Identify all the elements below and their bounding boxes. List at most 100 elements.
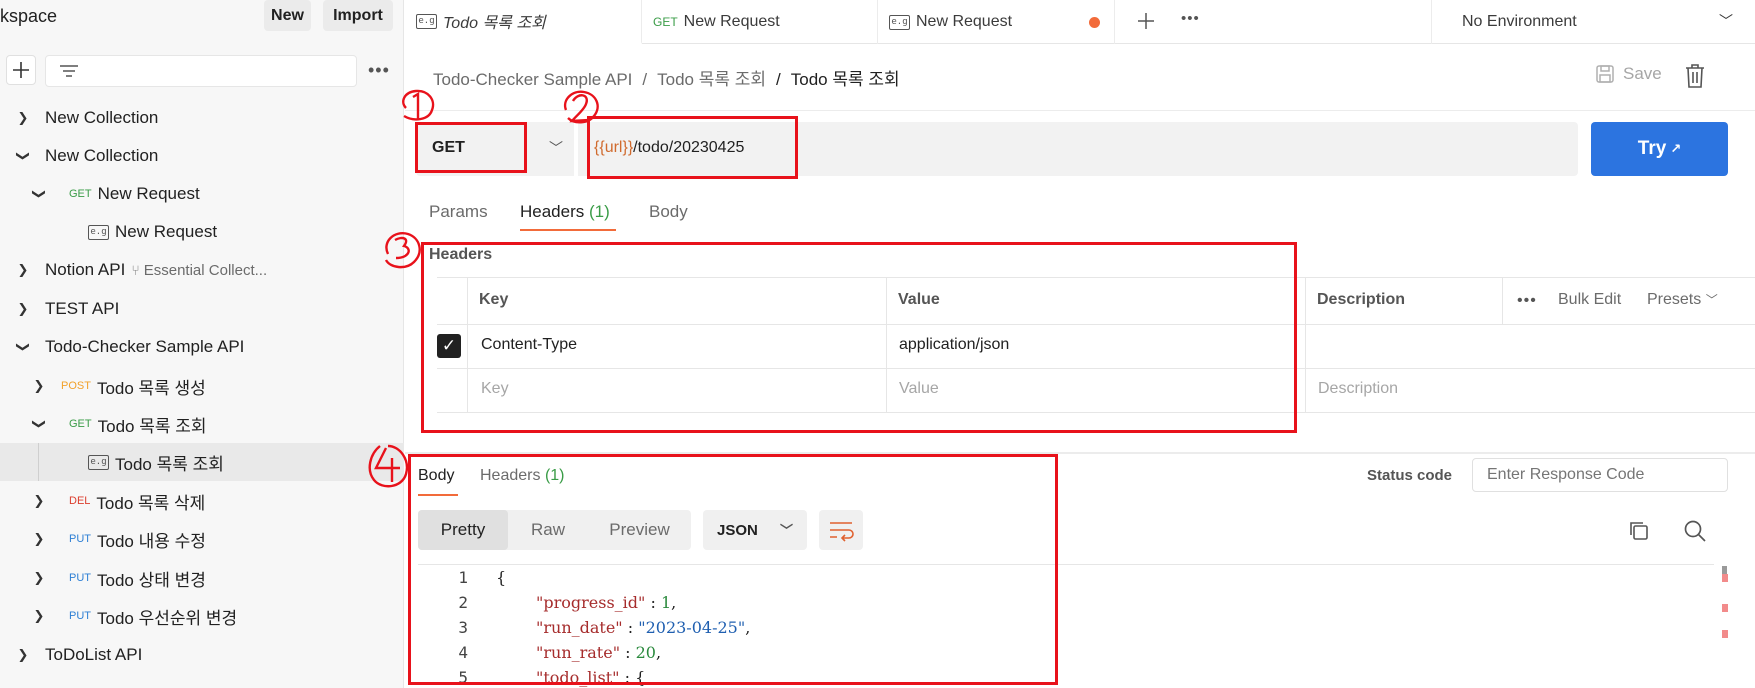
divider xyxy=(405,110,1755,111)
presets-button[interactable]: Presets ﹀ xyxy=(1647,291,1718,309)
example-new-request[interactable]: e.g New Request xyxy=(0,213,404,251)
method-badge: GET xyxy=(69,188,92,200)
import-button[interactable]: Import xyxy=(323,0,393,31)
scroll-marker xyxy=(1722,574,1728,582)
collection-test-api[interactable]: ❯ TEST API xyxy=(0,290,404,328)
request-todo-update-priority[interactable]: ❯ PUT Todo 우선순위 변경 xyxy=(0,597,404,635)
tree-guide-line xyxy=(38,443,39,481)
annotation-box-4 xyxy=(408,454,1058,685)
method-badge: PUT xyxy=(69,533,91,545)
collection-new-collection-1[interactable]: ❯ New Collection xyxy=(0,99,404,137)
editor-scrollbar[interactable] xyxy=(1718,566,1728,688)
filter-icon[interactable] xyxy=(54,57,84,87)
chevron-right-icon[interactable]: ❯ xyxy=(15,647,31,663)
tree-item-label: Todo 목록 생성 xyxy=(96,378,206,398)
method-badge: GET xyxy=(69,418,92,430)
request-todo-delete[interactable]: ❯ DEL Todo 목록 삭제 xyxy=(0,482,404,520)
save-label: Save xyxy=(1623,64,1662,83)
tab-label: New Request xyxy=(916,13,1013,30)
fork-icon: ⑂ xyxy=(131,262,140,278)
collection-todo-checker[interactable]: ❯ Todo-Checker Sample API xyxy=(0,328,404,366)
chevron-right-icon[interactable]: ❯ xyxy=(15,301,31,317)
collection-notion-api[interactable]: ❯ Notion API ⑂ Essential Collect... xyxy=(0,251,404,289)
tab-params[interactable]: Params xyxy=(429,202,488,222)
status-code-input[interactable] xyxy=(1472,458,1728,492)
chevron-down-icon[interactable]: ❯ xyxy=(15,339,31,355)
tree-item-label: New Request xyxy=(115,222,218,241)
copy-icon[interactable] xyxy=(1627,519,1651,543)
tabs-more-icon[interactable]: ••• xyxy=(1181,10,1200,27)
sidebar-search-input[interactable] xyxy=(45,55,357,87)
tree-item-label: Notion API xyxy=(45,260,126,279)
chevron-right-icon[interactable]: ❯ xyxy=(31,493,47,509)
request-todo-update-status[interactable]: ❯ PUT Todo 상태 변경 xyxy=(0,559,404,597)
table-more-icon[interactable]: ••• xyxy=(1517,292,1537,310)
tab-todo-list[interactable]: e.g Todo 목록 조회 xyxy=(405,0,642,44)
breadcrumb-request[interactable]: Todo 목록 조회 xyxy=(657,70,766,89)
example-icon: e.g xyxy=(88,454,109,470)
external-arrow-icon: ↗ xyxy=(1670,141,1682,156)
chevron-down-icon: ﹀ xyxy=(1719,13,1733,29)
tree-item-label: TEST API xyxy=(45,299,120,318)
tree-item-label: ToDoList API xyxy=(45,645,143,664)
new-button[interactable]: New xyxy=(264,0,311,31)
tree-item-label: Todo 목록 삭제 xyxy=(96,493,206,513)
table-border xyxy=(1305,277,1306,412)
chevron-right-icon[interactable]: ❯ xyxy=(15,110,31,126)
sidebar-toolbar: ••• xyxy=(0,52,404,92)
delete-icon[interactable] xyxy=(1683,62,1707,90)
tab-new-request-example[interactable]: e.g New Request xyxy=(878,0,1115,44)
method-badge: POST xyxy=(61,380,91,392)
chevron-down-icon[interactable]: ❯ xyxy=(31,416,47,432)
status-code-label: Status code xyxy=(1367,467,1453,484)
workspace-title: kspace xyxy=(0,6,58,26)
breadcrumb-collection[interactable]: Todo-Checker Sample API xyxy=(433,70,632,89)
tree-item-label: New Request xyxy=(97,184,200,203)
tab-new-request-get[interactable]: GET New Request xyxy=(642,0,878,44)
save-button[interactable]: Save xyxy=(1595,64,1662,84)
tab-body[interactable]: Body xyxy=(649,202,688,222)
annotation-box-3 xyxy=(421,242,1297,433)
environment-select[interactable]: No Environment ﹀ xyxy=(1431,0,1755,44)
tree-item-label: Todo 목록 조회 xyxy=(115,454,224,474)
unsaved-dot-icon xyxy=(1089,16,1100,28)
new-tab-plus-icon[interactable] xyxy=(1131,6,1161,36)
example-todo-list[interactable]: e.g Todo 목록 조회 xyxy=(0,443,404,481)
more-icon[interactable]: ••• xyxy=(368,60,390,81)
bulk-edit-button[interactable]: Bulk Edit xyxy=(1558,291,1621,309)
search-icon[interactable] xyxy=(1683,519,1707,543)
environment-label: No Environment xyxy=(1462,13,1577,30)
chevron-down-icon: ﹀ xyxy=(549,140,563,156)
method-badge: PUT xyxy=(69,572,91,584)
chevron-right-icon[interactable]: ❯ xyxy=(31,608,47,624)
request-todo-update-content[interactable]: ❯ PUT Todo 내용 수정 xyxy=(0,520,404,558)
collection-todolist-api[interactable]: ❯ ToDoList API xyxy=(0,636,404,674)
try-button[interactable]: Try ↗ xyxy=(1591,122,1728,176)
chevron-right-icon[interactable]: ❯ xyxy=(31,531,47,547)
request-todo-list[interactable]: ❯ GET Todo 목록 조회 xyxy=(0,405,404,443)
collection-new-collection-2[interactable]: ❯ New Collection xyxy=(0,137,404,175)
scroll-thumb[interactable] xyxy=(1722,566,1727,574)
tree-item-label: Todo 우선순위 변경 xyxy=(97,608,238,628)
breadcrumb-current[interactable]: Todo 목록 조회 xyxy=(791,70,900,89)
plus-icon xyxy=(13,62,29,78)
example-icon: e.g xyxy=(88,224,109,240)
presets-label: Presets xyxy=(1647,291,1702,308)
chevron-down-icon[interactable]: ❯ xyxy=(15,148,31,164)
method-badge: PUT xyxy=(69,610,91,622)
request-new-request[interactable]: ❯ GET New Request xyxy=(0,175,404,213)
chevron-down-icon[interactable]: ❯ xyxy=(31,186,47,202)
chevron-right-icon[interactable]: ❯ xyxy=(31,570,47,586)
tab-headers[interactable]: Headers (1) xyxy=(520,202,610,222)
request-todo-create[interactable]: ❯ POST Todo 목록 생성 xyxy=(0,367,404,405)
tree-item-label: Todo 상태 변경 xyxy=(97,570,206,590)
example-icon: e.g xyxy=(889,14,910,30)
scroll-marker xyxy=(1722,604,1728,612)
chevron-right-icon[interactable]: ❯ xyxy=(31,378,47,394)
add-button[interactable] xyxy=(6,55,36,85)
save-icon xyxy=(1596,65,1614,83)
new-description-input[interactable]: Description xyxy=(1318,380,1398,398)
fork-source-label: Essential Collect... xyxy=(143,261,268,279)
chevron-right-icon[interactable]: ❯ xyxy=(15,262,31,278)
annotation-number-4 xyxy=(368,444,409,488)
